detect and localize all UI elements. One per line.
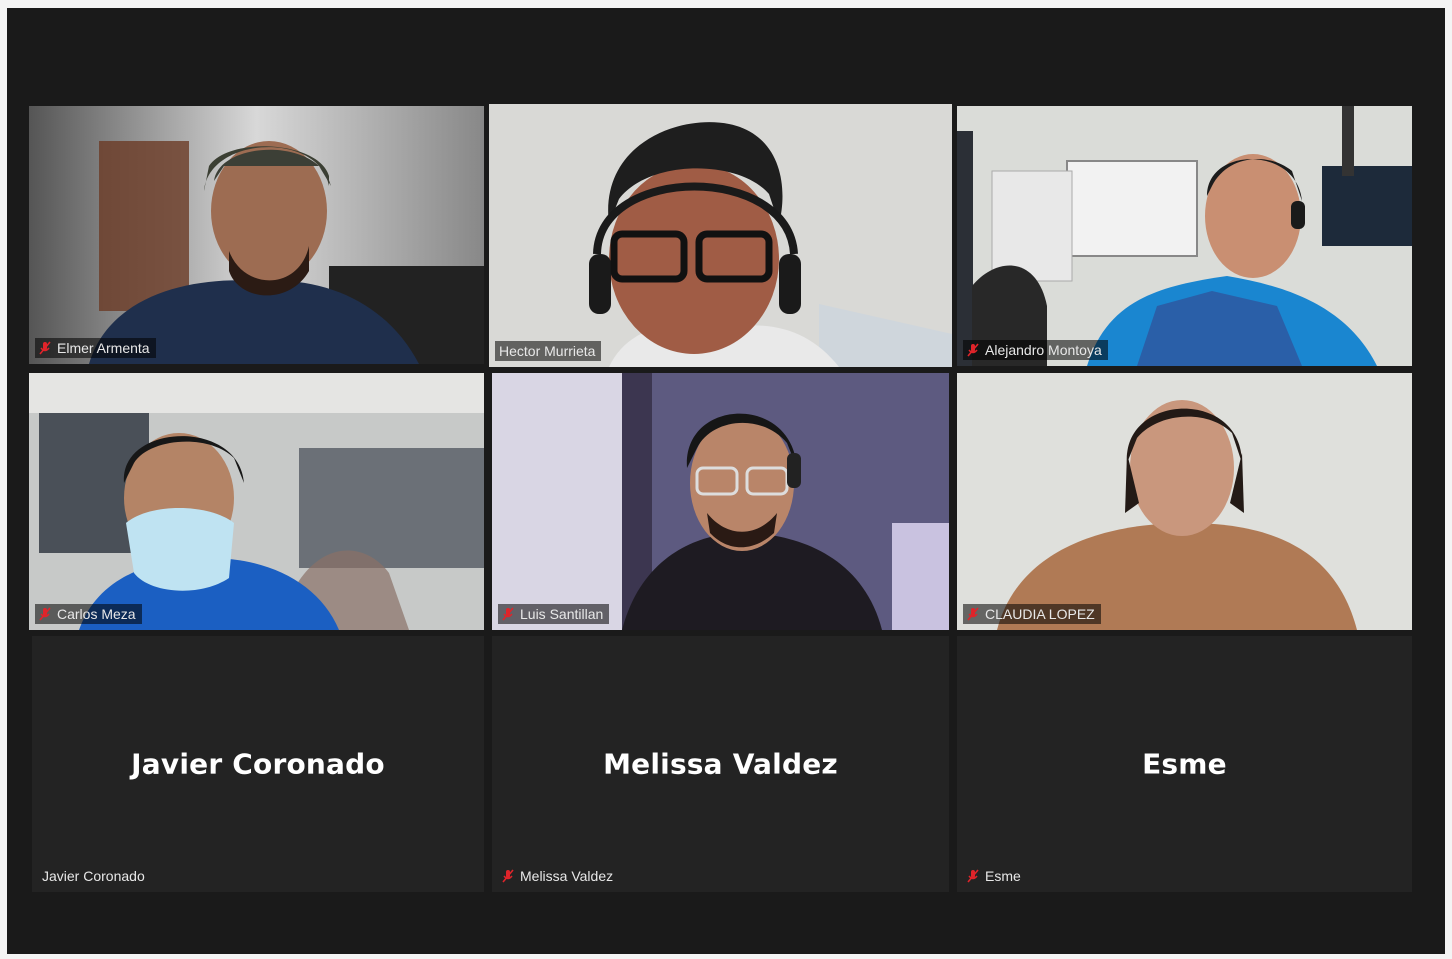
- video-feed: [29, 106, 484, 364]
- name-tag: Javier Coronado: [38, 866, 151, 886]
- name-tag: Alejandro Montoya: [963, 340, 1108, 360]
- gallery-view: Elmer Armenta Hector Murrieta Alejandro …: [7, 8, 1445, 954]
- participant-tile-esme[interactable]: Esme Esme: [957, 636, 1412, 892]
- video-feed: [957, 106, 1412, 366]
- participant-name: CLAUDIA LOPEZ: [985, 606, 1095, 622]
- mic-muted-icon: [967, 343, 979, 357]
- participant-name: Melissa Valdez: [520, 868, 614, 884]
- mic-muted-icon: [39, 607, 51, 621]
- participant-name: Luis Santillan: [520, 606, 604, 622]
- participant-name: Carlos Meza: [57, 606, 136, 622]
- participant-tile-hector-murrieta[interactable]: Hector Murrieta: [489, 104, 952, 367]
- name-tag: Carlos Meza: [35, 604, 142, 624]
- participant-name: Hector Murrieta: [499, 343, 596, 359]
- mic-muted-icon: [39, 341, 51, 355]
- participant-display-name: Esme: [1142, 747, 1227, 781]
- name-tag: Hector Murrieta: [495, 341, 602, 361]
- name-tag: CLAUDIA LOPEZ: [963, 604, 1101, 624]
- mic-muted-icon: [502, 607, 514, 621]
- participant-display-name: Melissa Valdez: [603, 747, 838, 781]
- participant-tile-luis-santillan[interactable]: Luis Santillan: [492, 373, 949, 630]
- name-tag: Elmer Armenta: [35, 338, 156, 358]
- mic-muted-icon: [967, 607, 979, 621]
- name-tag: Esme: [963, 866, 1027, 886]
- participant-display-name: Javier Coronado: [131, 747, 385, 781]
- video-feed: [492, 373, 949, 630]
- participant-name: Javier Coronado: [42, 868, 145, 884]
- mic-muted-icon: [502, 869, 514, 883]
- name-tag: Luis Santillan: [498, 604, 610, 624]
- participant-tile-javier-coronado[interactable]: Javier Coronado Javier Coronado: [32, 636, 484, 892]
- participant-tile-carlos-meza[interactable]: Carlos Meza: [29, 373, 484, 630]
- video-feed: [957, 373, 1412, 630]
- participant-name: Esme: [985, 868, 1021, 884]
- participant-name: Elmer Armenta: [57, 340, 150, 356]
- participant-tile-melissa-valdez[interactable]: Melissa Valdez Melissa Valdez: [492, 636, 949, 892]
- video-feed: [489, 104, 952, 367]
- video-feed: [29, 373, 484, 630]
- mic-muted-icon: [967, 869, 979, 883]
- participant-tile-claudia-lopez[interactable]: CLAUDIA LOPEZ: [957, 373, 1412, 630]
- name-tag: Melissa Valdez: [498, 866, 619, 886]
- participant-tile-elmer-armenta[interactable]: Elmer Armenta: [29, 106, 484, 364]
- participant-name: Alejandro Montoya: [985, 342, 1102, 358]
- participant-tile-alejandro-montoya[interactable]: Alejandro Montoya: [957, 106, 1412, 366]
